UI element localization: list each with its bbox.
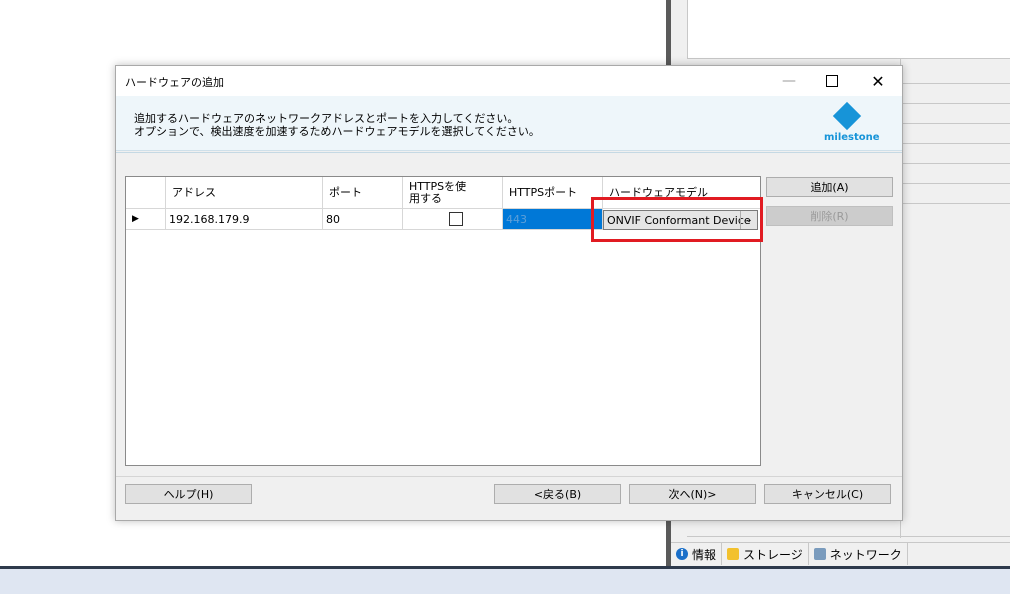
header-separator: [116, 152, 902, 153]
background-row: [900, 203, 1010, 204]
storage-icon: [727, 548, 740, 560]
background-row: [900, 183, 1010, 184]
background-row: [900, 143, 1010, 144]
footer-separator: [116, 476, 902, 477]
next-button[interactable]: 次へ(N)>: [629, 484, 756, 504]
use-https-checkbox[interactable]: [449, 212, 463, 226]
column-header-use-https[interactable]: HTTPSを使用する: [403, 177, 503, 209]
column-header-indicator: [126, 177, 166, 209]
port-cell[interactable]: 80: [323, 209, 403, 230]
minimize-icon: —: [782, 73, 796, 89]
column-header-use-https-label: HTTPSを使用する: [409, 179, 467, 205]
background-row: [900, 83, 1010, 84]
background-row: [900, 163, 1010, 164]
close-button[interactable]: ✕: [855, 66, 901, 96]
column-header-port[interactable]: ポート: [323, 177, 403, 209]
background-top-pane: [687, 0, 1010, 59]
cancel-button-label: キャンセル(C): [791, 488, 864, 501]
help-button-label: ヘルプ(H): [163, 488, 214, 501]
background-tab-bar: i 情報 ストレージ ネットワーク: [671, 542, 1010, 567]
port-value: 80: [326, 212, 340, 226]
use-https-cell: [403, 209, 503, 230]
instruction-line-2: オプションで、検出速度を加速するためハードウェアモデルを選択してください。: [134, 125, 540, 138]
close-icon: ✕: [871, 71, 885, 91]
tab-info[interactable]: i 情報: [671, 543, 723, 565]
back-button-label: <戻る(B): [533, 488, 582, 501]
tab-network[interactable]: ネットワーク: [809, 543, 908, 565]
background-row: [900, 123, 1010, 124]
network-icon: [813, 548, 826, 560]
add-button[interactable]: 追加(A): [766, 177, 893, 197]
add-button-label: 追加(A): [810, 181, 849, 194]
highlight-box: [591, 197, 763, 242]
column-header-address-label: アドレス: [172, 185, 216, 199]
milestone-logo-text: milestone: [824, 132, 880, 143]
column-header-https-port-label: HTTPSポート: [509, 185, 578, 199]
taskbar: [0, 566, 1010, 594]
row-indicator-icon: ▶: [132, 214, 139, 224]
row-indicator[interactable]: ▶: [126, 209, 166, 230]
tab-storage[interactable]: ストレージ: [722, 543, 809, 565]
minimize-button[interactable]: —: [766, 66, 812, 96]
address-cell[interactable]: 192.168.179.9: [166, 209, 323, 230]
dialog-title: ハードウェアの追加: [125, 76, 224, 89]
dialog-titlebar[interactable]: ハードウェアの追加 — ✕: [116, 66, 902, 96]
https-port-value: 443: [506, 212, 527, 226]
maximize-button[interactable]: [809, 66, 855, 96]
cancel-button[interactable]: キャンセル(C): [764, 484, 891, 504]
back-button[interactable]: <戻る(B): [494, 484, 621, 504]
add-hardware-dialog: ハードウェアの追加 — ✕ 追加するハードウェアのネットワークアドレスとポートを…: [115, 65, 903, 521]
help-button[interactable]: ヘルプ(H): [125, 484, 252, 504]
tab-info-label: 情報: [692, 547, 717, 562]
remove-button[interactable]: 削除(R): [766, 206, 893, 226]
https-port-cell[interactable]: 443: [503, 209, 603, 230]
column-header-address[interactable]: アドレス: [166, 177, 323, 209]
maximize-icon: [826, 75, 838, 87]
column-header-port-label: ポート: [329, 185, 362, 199]
address-value: 192.168.179.9: [169, 212, 250, 226]
background-row: [900, 103, 1010, 104]
tab-storage-label: ストレージ: [743, 547, 803, 562]
info-icon: i: [676, 548, 688, 560]
background-bottom-line: [687, 536, 1010, 537]
remove-button-label: 削除(R): [810, 210, 849, 223]
instruction-panel: 追加するハードウェアのネットワークアドレスとポートを入力してください。 オプショ…: [116, 96, 902, 151]
tab-network-label: ネットワーク: [829, 547, 902, 562]
column-header-https-port[interactable]: HTTPSポート: [503, 177, 603, 209]
next-button-label: 次へ(N)>: [668, 488, 717, 501]
